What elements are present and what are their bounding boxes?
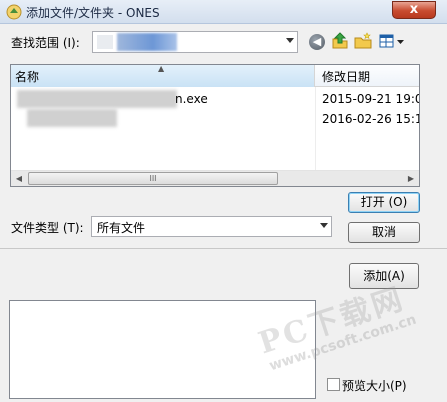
filetype-value: 所有文件 [97, 221, 146, 235]
cancel-button[interactable]: 取消 [348, 222, 420, 243]
window-title: 添加文件/文件夹 - ONES [26, 6, 160, 20]
views-menu-button[interactable] [376, 31, 408, 51]
up-folder-button[interactable] [330, 31, 350, 51]
file-row[interactable]: 2016-02-26 15:14 [11, 109, 419, 129]
file-date: 2016-02-26 15:14 [322, 112, 420, 126]
column-header: 名称 ▲ 修改日期 [11, 65, 419, 87]
file-list[interactable]: 名称 ▲ 修改日期 n.exe 2015-09-21 19:01 2016-02… [10, 64, 420, 187]
preview-size-checkbox[interactable] [327, 378, 340, 391]
close-button[interactable]: x [392, 1, 436, 19]
new-folder-icon [354, 32, 372, 49]
divider [0, 248, 447, 249]
file-name-redacted [27, 109, 117, 127]
column-name-header[interactable]: 名称 ▲ [11, 65, 315, 87]
horizontal-scrollbar[interactable]: ◀ III ▶ [11, 170, 419, 186]
title-bar[interactable]: 添加文件/文件夹 - ONES x [0, 0, 447, 24]
app-icon [6, 4, 22, 20]
file-name: n.exe [175, 92, 208, 106]
scroll-right-icon[interactable]: ▶ [403, 171, 419, 186]
view-menu-icon [379, 34, 404, 48]
column-date-label: 修改日期 [322, 70, 371, 84]
lookin-dropdown[interactable] [92, 31, 298, 53]
new-folder-button[interactable] [353, 31, 373, 51]
chevron-down-icon [286, 38, 294, 43]
lookin-value-redacted [117, 33, 177, 51]
sort-ascending-icon: ▲ [158, 64, 165, 73]
column-date-header[interactable]: 修改日期 [316, 65, 419, 87]
filetype-label: 文件类型 (T): [11, 221, 84, 235]
scroll-thumb[interactable]: III [28, 172, 278, 185]
file-date: 2015-09-21 19:01 [322, 92, 420, 106]
scroll-left-icon[interactable]: ◀ [11, 171, 27, 186]
lookin-label: 查找范围 (I): [11, 36, 80, 50]
file-name-redacted [17, 90, 177, 108]
filetype-dropdown[interactable]: 所有文件 [91, 216, 332, 237]
folder-icon [97, 35, 113, 49]
file-row[interactable]: n.exe 2015-09-21 19:01 [11, 89, 419, 109]
column-name-label: 名称 [15, 70, 40, 84]
up-folder-icon [332, 32, 348, 49]
chevron-down-icon [320, 223, 328, 228]
back-button[interactable]: ◀ [307, 32, 327, 52]
preview-size-label: 预览大小(P) [342, 379, 407, 393]
open-button[interactable]: 打开 (O) [348, 192, 420, 213]
back-arrow-icon: ◀ [309, 34, 325, 50]
